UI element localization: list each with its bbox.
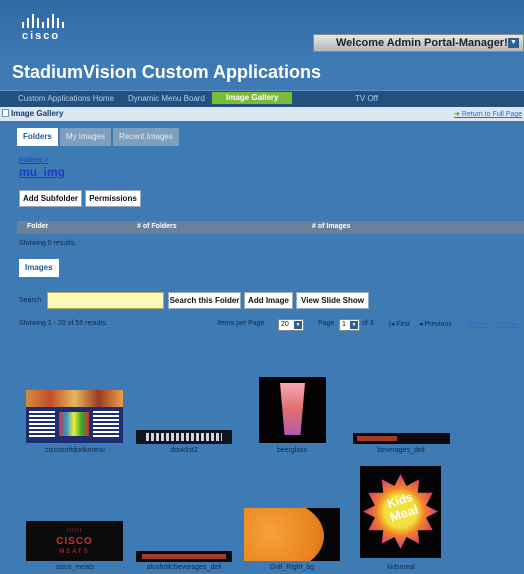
section-bar: Image Gallery ➔ Return to Full Page	[0, 107, 524, 121]
thumb-beerglass[interactable]	[259, 377, 326, 443]
return-link-label: Return to Full Page	[461, 111, 523, 118]
add-subfolder-button[interactable]: Add Subfolder	[19, 190, 82, 207]
cisco-logo-bars-icon	[22, 14, 64, 28]
first-page-link[interactable]: |◂ First	[389, 320, 410, 328]
items-per-page-select[interactable]: 20 ▼	[278, 319, 304, 331]
breadcrumb-folders[interactable]: Folders >	[19, 157, 48, 164]
image-caption[interactable]: kidsmeal	[346, 564, 456, 571]
return-to-full-page-link[interactable]: ➔ Return to Full Page	[454, 110, 522, 118]
current-folder-link[interactable]: mu_img	[19, 165, 65, 179]
view-slide-show-button[interactable]: View Slide Show	[296, 292, 369, 309]
section-title: Image Gallery	[11, 109, 64, 118]
chevron-down-icon: ▼	[294, 321, 302, 329]
image-caption[interactable]: alcoholicbeverages_deli	[129, 564, 239, 571]
tab-folders[interactable]: Folders	[17, 128, 58, 146]
items-per-page-value: 20	[281, 321, 289, 328]
next-page-link[interactable]: Next ▸	[468, 320, 488, 328]
meats-logo-text: MEATS	[59, 549, 90, 555]
search-folder-button[interactable]: Search this Folder	[168, 292, 241, 309]
image-caption[interactable]: beverages_deli	[346, 447, 456, 454]
page-label: Page	[318, 320, 335, 327]
tab-images[interactable]: Images	[19, 259, 59, 277]
thumb-kidsmeal[interactable]: Kids Meal	[360, 466, 441, 558]
chevron-down-icon[interactable]: ▼	[508, 38, 519, 48]
image-caption[interactable]: beerglass	[237, 447, 347, 454]
last-page-link[interactable]: Last ▸|	[497, 320, 518, 328]
nav-item-tv-off[interactable]: TV Off	[355, 94, 378, 103]
welcome-user-menu[interactable]: Welcome Admin Portal-Manager! ▼	[313, 34, 524, 52]
thumb-beverages-deli[interactable]	[353, 433, 450, 444]
results-status: Showing 1 - 20 of 55 results.	[19, 320, 108, 327]
image-caption[interactable]: cisco_meats	[20, 564, 130, 571]
last-page-icon: ▸|	[510, 321, 518, 328]
thumb-grill-right-bg[interactable]	[244, 508, 340, 561]
nav-item-dynamic-menu-board[interactable]: Dynamic Menu Board	[128, 94, 205, 103]
items-per-page-label: Items per Page	[217, 320, 265, 327]
previous-page-link[interactable]: ◂ Previous	[419, 320, 452, 328]
gallery-icon	[2, 109, 9, 117]
previous-label: Previous	[424, 321, 452, 328]
tab-my-images[interactable]: My Images	[59, 128, 112, 146]
image-caption[interactable]: drinklist2	[129, 447, 239, 454]
permissions-button[interactable]: Permissions	[85, 190, 141, 207]
chevron-down-icon: ▼	[350, 321, 358, 329]
arrow-right-icon: ➔	[454, 111, 462, 118]
cisco-meats-logo-text: CISCO	[56, 536, 93, 547]
thumb-cisco-meats[interactable]: ılıılı CISCO MEATS	[26, 521, 123, 561]
add-image-button[interactable]: Add Image	[244, 292, 293, 309]
gallery-tabs: Folders My Images Recent Images	[17, 128, 181, 146]
cisco-logo: cisco	[22, 14, 64, 42]
page-of-label: of 3	[362, 320, 374, 327]
welcome-text: Welcome Admin Portal-Manager!	[336, 37, 508, 49]
image-caption[interactable]: Grill_Right_bg	[237, 564, 347, 571]
first-label: First	[396, 321, 410, 328]
image-caption[interactable]: ciscosoftdrinkmenu	[20, 447, 130, 454]
main-nav: Custom Applications Home Dynamic Menu Bo…	[0, 90, 524, 107]
folders-table-header: Folder # of Folders # of Images	[17, 221, 524, 234]
app-title: StadiumVision Custom Applications	[12, 62, 322, 82]
cisco-bars-icon: ılıılı	[66, 528, 83, 534]
thumb-ciscosoftdrinkmenu[interactable]	[26, 390, 123, 443]
col-folder[interactable]: Folder	[27, 223, 48, 230]
page-select[interactable]: 1 ▼	[339, 319, 360, 331]
search-label: Search	[19, 297, 42, 304]
last-label: Last	[497, 321, 511, 328]
next-label: Next	[468, 321, 483, 328]
thumb-alcoholicbeverages-deli[interactable]	[136, 551, 232, 562]
tab-recent-images[interactable]: Recent Images	[113, 128, 179, 146]
nav-item-custom-apps-home[interactable]: Custom Applications Home	[18, 94, 114, 103]
thumb-drinklist2[interactable]	[136, 430, 232, 444]
col-num-images[interactable]: # of Images	[312, 223, 351, 230]
page-value: 1	[342, 321, 346, 328]
folders-status: Showing 0 results.	[19, 240, 77, 247]
nav-item-image-gallery[interactable]: Image Gallery	[212, 92, 293, 104]
cisco-logo-text: cisco	[22, 30, 61, 42]
search-input[interactable]	[47, 292, 164, 309]
next-page-icon: ▸	[482, 321, 488, 328]
col-num-folders[interactable]: # of Folders	[137, 223, 177, 230]
